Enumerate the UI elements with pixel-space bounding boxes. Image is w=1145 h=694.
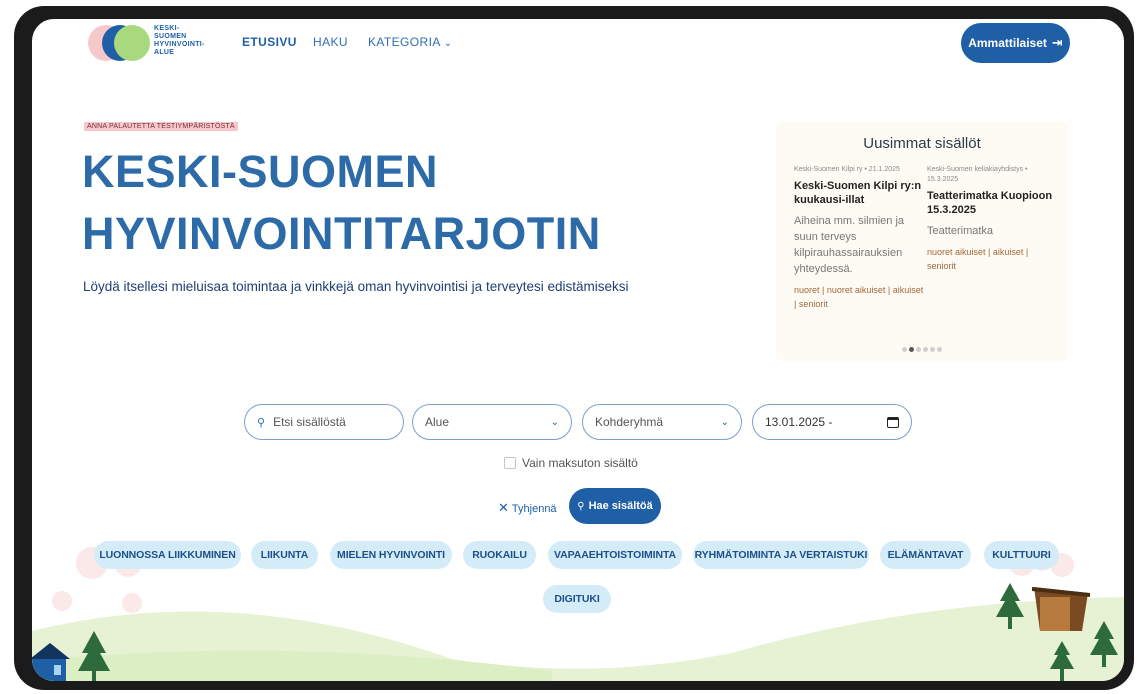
feedback-tag[interactable]: ANNA PALAUTETTA TESTIYMPÄRISTÖSTÄ <box>84 122 238 131</box>
category-chip[interactable]: RUOKAILU <box>463 541 536 569</box>
area-select-label: Alue <box>425 415 450 429</box>
hut-icon <box>1032 587 1090 631</box>
search-button-label: Hae sisältöä <box>588 500 653 512</box>
content-card[interactable]: Keski-Suomen Kilpi ry • 21.1.2025 Keski-… <box>794 165 924 311</box>
card-meta: Keski-Suomen Kilpi ry • 21.1.2025 <box>794 166 900 173</box>
date-value: 13.01.2025 - <box>765 415 833 429</box>
chevron-down-icon: ⌄ <box>720 416 729 428</box>
content-card[interactable]: Keski-Suomen keliakiayhdistys • 15.3.202… <box>927 165 1057 273</box>
page-title: KESKI-SUOMEN HYVINVOINTITARJOTIN <box>82 146 601 259</box>
free-only-option[interactable]: Vain maksuton sisältö <box>504 456 638 470</box>
logo-text: KESKI- SUOMEN HYVINVOINTI- ALUE <box>154 25 205 56</box>
calendar-icon[interactable] <box>887 416 899 428</box>
screen: KESKI- SUOMEN HYVINVOINTI- ALUE ETUSIVU … <box>32 19 1124 681</box>
free-only-label: Vain maksuton sisältö <box>522 456 638 470</box>
category-chip[interactable]: ELÄMÄNTAVAT <box>880 541 971 569</box>
target-group-label: Kohderyhmä <box>595 415 664 429</box>
chevron-down-icon: ⌄ <box>443 38 453 49</box>
category-chip[interactable]: MIELEN HYVINVOINTI <box>330 541 452 569</box>
carousel-dot[interactable] <box>930 347 935 352</box>
category-chip[interactable]: LUONNOSSA LIIKKUMINEN <box>94 541 241 569</box>
search-button[interactable]: ⚲ Hae sisältöä <box>569 488 661 524</box>
search-icon: ⚲ <box>577 500 585 512</box>
search-placeholder: Etsi sisällöstä <box>273 415 346 429</box>
nav-etusivu[interactable]: ETUSIVU <box>242 35 297 49</box>
latest-title: Uusimmat sisällöt <box>863 135 981 152</box>
card-tags: nuoret aikuiset | aikuiset | seniorit <box>927 247 1029 271</box>
date-input[interactable]: 13.01.2025 - <box>752 404 912 440</box>
nav-haku[interactable]: HAKU <box>313 35 348 49</box>
category-chip[interactable]: LIIKUNTA <box>251 541 318 569</box>
search-input[interactable]: ⚲ Etsi sisällöstä <box>244 404 404 440</box>
area-select[interactable]: Alue ⌄ <box>412 404 572 440</box>
card-title[interactable]: Teatterimatka Kuopioon 15.3.2025 <box>927 189 1057 217</box>
logo-mark <box>88 25 150 61</box>
carousel-dot[interactable] <box>902 347 907 352</box>
carousel-dot[interactable] <box>916 347 921 352</box>
nav-kategoria[interactable]: KATEGORIA ⌄ <box>368 35 453 49</box>
chevron-down-icon: ⌄ <box>550 416 559 428</box>
clear-label: Tyhjennä <box>511 503 557 515</box>
card-meta: Keski-Suomen keliakiayhdistys • 15.3.202… <box>927 166 1028 183</box>
nav-kategoria-label: KATEGORIA <box>368 35 441 49</box>
card-description: Aiheina mm. silmien ja suun terveys kilp… <box>794 215 905 275</box>
card-title[interactable]: Keski-Suomen Kilpi ry:n kuukausi-illat <box>794 179 924 207</box>
category-chip[interactable]: VAPAAEHTOISTOIMINTA <box>548 541 682 569</box>
free-only-checkbox[interactable] <box>504 457 516 469</box>
clear-button[interactable]: ✕ Tyhjennä <box>498 500 557 516</box>
page-subtitle: Löydä itsellesi mieluisaa toimintaa ja v… <box>83 279 629 294</box>
professionals-label: Ammattilaiset <box>968 36 1047 50</box>
logo[interactable]: KESKI- SUOMEN HYVINVOINTI- ALUE <box>88 23 218 63</box>
card-description: Teatterimatka <box>927 225 994 237</box>
search-icon: ⚲ <box>257 416 266 429</box>
category-chip[interactable]: KULTTUURI <box>984 541 1059 569</box>
carousel-dots[interactable] <box>776 339 1068 357</box>
card-tags: nuoret | nuoret aikuiset | aikuiset | se… <box>794 285 924 309</box>
carousel-dot[interactable] <box>909 347 914 352</box>
latest-content-panel: Uusimmat sisällöt Keski-Suomen Kilpi ry … <box>776 121 1068 361</box>
close-icon: ✕ <box>498 500 509 515</box>
category-chip[interactable]: DIGITUKI <box>543 585 611 613</box>
carousel-dot[interactable] <box>923 347 928 352</box>
category-chip[interactable]: RYHMÄTOIMINTA JA VERTAISTUKI <box>693 541 869 569</box>
target-group-select[interactable]: Kohderyhmä ⌄ <box>582 404 742 440</box>
carousel-dot[interactable] <box>937 347 942 352</box>
professionals-button[interactable]: Ammattilaiset ⇥ <box>961 23 1070 63</box>
login-icon: ⇥ <box>1051 35 1063 50</box>
